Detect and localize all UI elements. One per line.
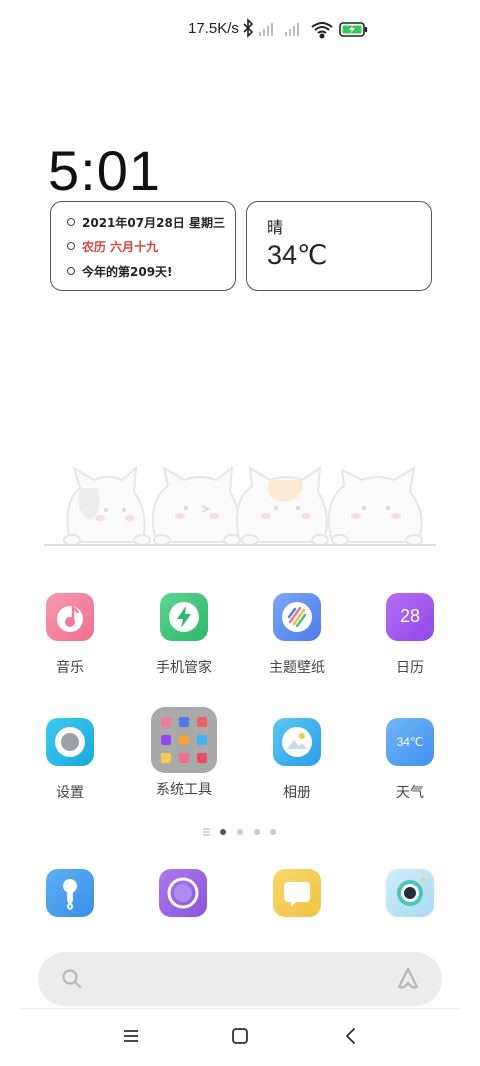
nav-divider (20, 1008, 460, 1009)
page-indicator[interactable] (203, 826, 279, 838)
app-security[interactable]: 手机管家 (134, 593, 234, 677)
solar-date-line: 2021年07月28日 星期三 (67, 214, 225, 231)
app-settings[interactable]: 设置 (20, 718, 120, 802)
page-dot (254, 829, 260, 835)
date-widget[interactable]: 2021年07月28日 星期三 农历 六月十九 今年的第209天! (50, 201, 236, 291)
calendar-badge: 28 (399, 606, 421, 626)
status-icons (243, 18, 367, 39)
home-list-icon (203, 828, 210, 836)
settings-gear-icon (46, 718, 94, 766)
calendar-icon: 28 (386, 593, 434, 641)
menu-icon[interactable] (122, 1026, 140, 1046)
gallery-icon (273, 718, 321, 766)
search-bar[interactable] (38, 952, 442, 1006)
app-label: 天气 (396, 785, 424, 801)
search-icon[interactable] (60, 967, 84, 991)
app-label: 音乐 (56, 660, 84, 676)
page-dot (237, 829, 243, 835)
weather-widget[interactable]: 晴 34℃ (246, 201, 432, 291)
wifi-icon (311, 22, 333, 39)
camera-icon[interactable] (386, 869, 434, 917)
themes-icon (273, 593, 321, 641)
phone-icon[interactable] (46, 869, 94, 917)
signal-icon (285, 23, 299, 36)
app-gallery[interactable]: 相册 (247, 718, 347, 802)
folder-icon (151, 707, 217, 773)
status-bar: 17.5K/s (0, 0, 480, 58)
weather-condition: 晴 (267, 218, 284, 237)
page-dot-active (220, 829, 226, 835)
bluetooth-icon (243, 18, 254, 38)
battery-charging-icon (339, 22, 367, 37)
net-speed: 17.5K/s (188, 20, 239, 37)
app-themes[interactable]: 主题壁纸 (247, 593, 347, 677)
app-label: 系统工具 (156, 782, 212, 798)
app-calendar[interactable]: 28 日历 (360, 593, 460, 677)
home-icon[interactable] (231, 1026, 249, 1046)
app-label: 相册 (283, 785, 311, 801)
app-label: 日历 (396, 660, 424, 676)
weather-badge: 34℃ (396, 735, 424, 749)
day-of-year: 今年的第209天! (82, 265, 173, 279)
solar-date: 2021年07月28日 星期三 (82, 216, 225, 230)
bullet-icon (67, 267, 75, 275)
ai-assistant-icon[interactable] (394, 965, 422, 993)
clock-time[interactable]: 5:01 (48, 138, 161, 203)
bullet-icon (67, 218, 75, 226)
app-label: 手机管家 (156, 660, 212, 676)
notes-icon[interactable] (273, 869, 321, 917)
day-of-year-line: 今年的第209天! (67, 263, 173, 280)
music-icon (46, 593, 94, 641)
weather-icon: 34℃ (386, 718, 434, 766)
app-music[interactable]: 音乐 (20, 593, 120, 677)
lunar-date-line: 农历 六月十九 (67, 238, 158, 255)
lunar-date: 农历 六月十九 (82, 240, 159, 254)
app-system-tools-folder[interactable]: 系统工具 (134, 707, 234, 799)
app-weather[interactable]: 34℃ 天气 (360, 718, 460, 802)
page-dot (270, 829, 276, 835)
bullet-icon (67, 242, 75, 250)
signal-icon (259, 23, 273, 36)
app-label: 设置 (56, 785, 84, 801)
back-icon[interactable] (342, 1026, 360, 1046)
app-label: 主题壁纸 (269, 660, 325, 676)
cats-illustration (44, 465, 436, 546)
security-bolt-icon (160, 593, 208, 641)
weather-temperature: 34℃ (267, 240, 328, 270)
messages-icon[interactable] (159, 869, 207, 917)
